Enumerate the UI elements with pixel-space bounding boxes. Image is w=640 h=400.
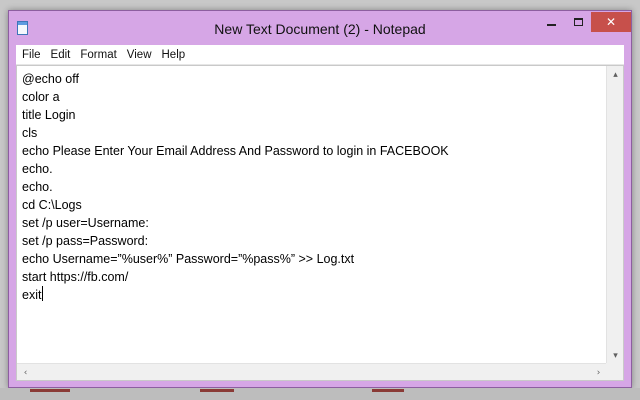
editor-line: echo Username=”%user%” Password=”%pass%”… <box>22 252 355 266</box>
editor-line: set /p user=Username: <box>22 216 149 230</box>
menu-edit[interactable]: Edit <box>46 45 76 65</box>
editor-line: cd C:\Logs <box>22 198 82 212</box>
vertical-scrollbar[interactable]: ▴ ▾ <box>606 66 623 364</box>
scroll-left-arrow-icon[interactable]: ‹ <box>17 364 34 381</box>
menu-bar: File Edit Format View Help <box>16 45 624 65</box>
editor-line: exit <box>22 288 42 302</box>
editor-line-last: exit <box>22 286 602 304</box>
scroll-up-arrow-icon[interactable]: ▴ <box>607 66 624 83</box>
menu-view[interactable]: View <box>122 45 157 65</box>
editor-line: @echo off <box>22 72 79 86</box>
maximize-icon <box>573 18 583 26</box>
editor-line: color a <box>22 90 60 104</box>
scroll-right-arrow-icon[interactable]: › <box>590 364 607 381</box>
menu-help[interactable]: Help <box>157 45 191 65</box>
minimize-icon <box>547 24 556 26</box>
horizontal-scrollbar[interactable]: ‹ › <box>17 363 607 380</box>
taskbar-item[interactable] <box>372 389 404 392</box>
taskbar-item[interactable] <box>30 389 70 392</box>
editor-line: cls <box>22 126 38 140</box>
minimize-button[interactable] <box>538 12 565 32</box>
editor-line: echo. <box>22 180 53 194</box>
editor-line: echo. <box>22 162 53 176</box>
menu-file[interactable]: File <box>16 45 46 65</box>
title-bar[interactable]: New Text Document (2) - Notepad ✕ <box>9 11 631 45</box>
editor-line: echo Please Enter Your Email Address And… <box>22 144 449 158</box>
menu-format[interactable]: Format <box>75 45 121 65</box>
maximize-button[interactable] <box>565 12 591 32</box>
notepad-window: New Text Document (2) - Notepad ✕ File E… <box>8 10 632 388</box>
editor-line: set /p pass=Password: <box>22 234 149 248</box>
editor-text-area[interactable]: @echo off color a title Login cls echo Pleas… <box>17 66 607 364</box>
text-editor[interactable]: @echo off color a title Login cls echo Pleas… <box>16 65 624 381</box>
close-icon: ✕ <box>605 15 617 29</box>
taskbar-strip <box>0 388 640 400</box>
close-button[interactable]: ✕ <box>591 12 631 32</box>
text-caret <box>42 286 44 301</box>
editor-line: start https://fb.com/ <box>22 270 129 284</box>
scroll-down-arrow-icon[interactable]: ▾ <box>607 347 624 364</box>
editor-line: title Login <box>22 108 76 122</box>
scrollbar-corner <box>606 363 623 380</box>
taskbar-item[interactable] <box>200 389 234 392</box>
